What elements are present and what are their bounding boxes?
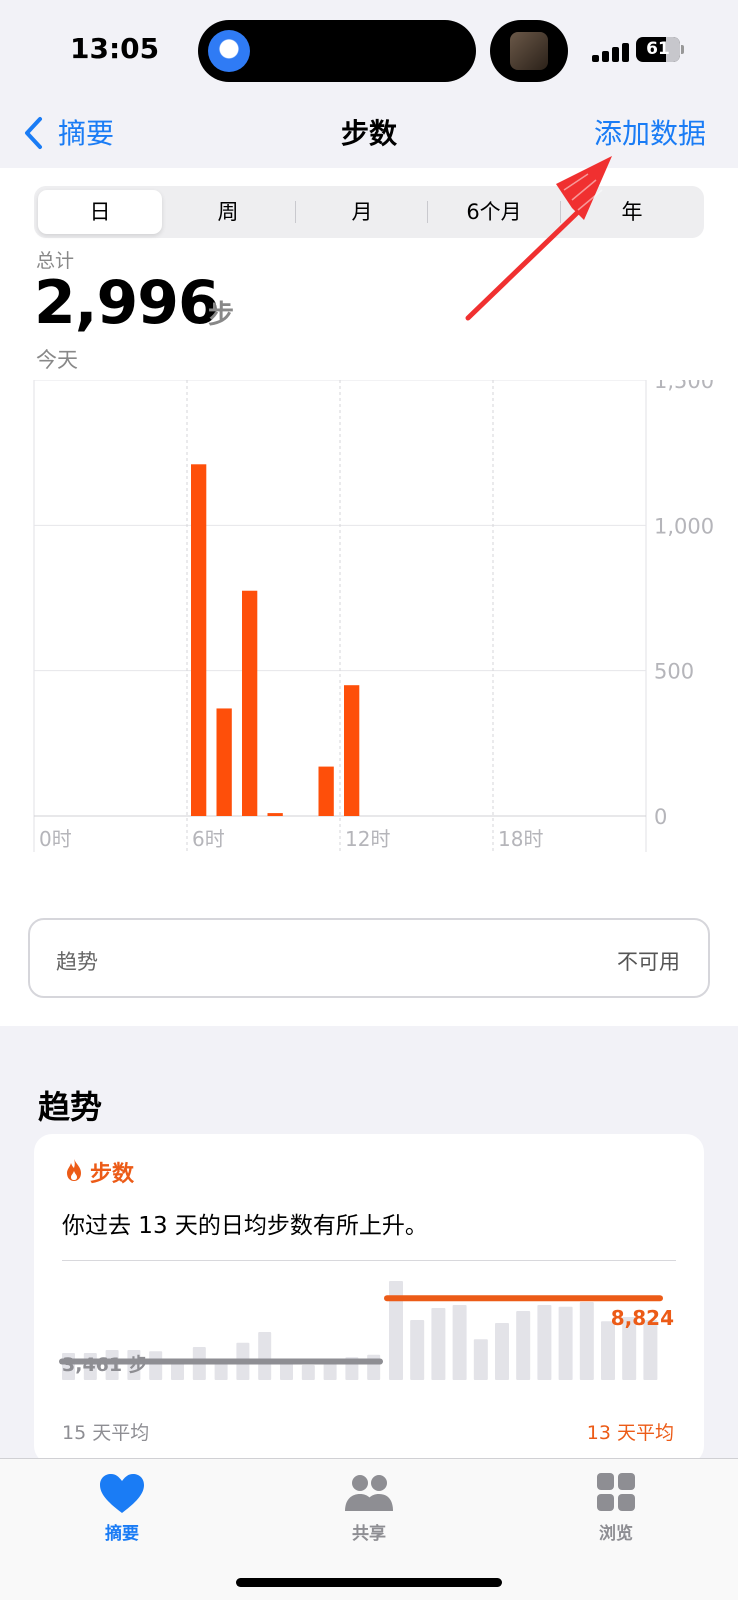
date-label: 今天 (36, 348, 78, 372)
y-tick-label: 1,500 (654, 380, 714, 393)
segment-divider (295, 201, 296, 223)
recent-average-value: 8,824 (610, 1306, 674, 1330)
tab-browse[interactable]: 浏览 (546, 1471, 686, 1544)
trend-card-label: 趋势 (56, 950, 98, 974)
dynamic-island[interactable] (198, 20, 476, 82)
total-steps-unit: 步 (208, 300, 235, 330)
previous-average-label: 15 天平均 (62, 1422, 150, 1444)
cellular-signal-icon (592, 40, 632, 62)
previous-day-bar (149, 1351, 163, 1380)
add-data-button[interactable]: 添加数据 (594, 112, 706, 152)
recent-day-bar (537, 1305, 552, 1380)
tab-summary[interactable]: 摘要 (52, 1471, 192, 1544)
previous-day-bar (323, 1362, 337, 1380)
navigation-bar: 摘要 步数 添加数据 (0, 100, 738, 168)
previous-day-bar (258, 1332, 272, 1380)
tab-sharing-label: 共享 (352, 1524, 386, 1544)
step-bar (267, 813, 283, 816)
x-tick-label: 0时 (39, 827, 72, 851)
steps-detail-panel: 日 周 月 6个月 年 总计 2,996 步 今天 1,500 1,000 500 0… (0, 168, 738, 1026)
recent-day-bar (473, 1339, 488, 1380)
step-bar (216, 708, 232, 816)
hourly-steps-chart[interactable]: 1,500 1,000 500 0 0时 6时 12时 18时 (0, 380, 738, 860)
total-steps-value: 2,996 (34, 268, 220, 338)
y-tick-label: 0 (654, 805, 667, 829)
segment-divider (560, 201, 561, 223)
y-tick-label: 1,000 (654, 514, 714, 538)
battery-level: 61 (646, 39, 670, 59)
tab-browse-label: 浏览 (599, 1524, 633, 1544)
segment-year[interactable]: 年 (565, 190, 699, 234)
segment-divider (427, 201, 428, 223)
trends-section-title: 趋势 (38, 1088, 103, 1126)
segment-month[interactable]: 月 (300, 190, 424, 234)
island-app-icon[interactable] (208, 30, 250, 72)
grid-icon (597, 1473, 635, 1511)
previous-average-value: 3,461 步 (62, 1354, 148, 1376)
tab-sharing[interactable]: 共享 (299, 1471, 439, 1544)
trend-card-value: 不可用 (617, 950, 680, 974)
media-thumbnail-icon (510, 32, 548, 70)
x-tick-label: 6时 (192, 827, 225, 851)
trend-description: 你过去 13 天的日均步数有所上升。 (62, 1213, 428, 1239)
heart-icon (100, 1474, 144, 1513)
recent-day-bar (516, 1311, 531, 1380)
recent-day-bar (452, 1305, 467, 1380)
people-icon (345, 1475, 393, 1511)
time-range-segmented-control: 日 周 月 6个月 年 (34, 186, 704, 238)
flame-icon (67, 1159, 81, 1181)
trend-card[interactable]: 趋势 不可用 (28, 918, 710, 998)
recent-day-bar (431, 1308, 446, 1380)
divider (62, 1260, 676, 1261)
recent-average-label: 13 天平均 (586, 1422, 674, 1444)
segment-week[interactable]: 周 (166, 190, 290, 234)
segment-day[interactable]: 日 (38, 190, 162, 234)
step-bar (344, 685, 360, 816)
step-bar (242, 590, 258, 816)
live-activity-bubble[interactable] (490, 20, 568, 82)
status-bar: 13:05 61 (0, 0, 738, 100)
tab-summary-label: 摘要 (105, 1524, 139, 1544)
step-bar (318, 766, 334, 816)
recent-day-bar (495, 1323, 509, 1380)
step-bar (191, 464, 207, 816)
battery-icon: 61 (636, 37, 684, 62)
status-time: 13:05 (70, 32, 160, 65)
previous-day-bar (301, 1365, 315, 1380)
x-tick-label: 18时 (498, 827, 543, 851)
steps-trend-panel[interactable]: 步数 你过去 13 天的日均步数有所上升。 3,461 步 8,824 15 天… (34, 1134, 704, 1464)
recent-day-bar (410, 1320, 425, 1380)
previous-day-bar (214, 1362, 228, 1380)
recent-day-bar (601, 1321, 615, 1380)
segment-6-months[interactable]: 6个月 (432, 190, 556, 234)
trend-metric-label: 步数 (90, 1162, 135, 1187)
previous-day-bar (280, 1363, 293, 1380)
recent-day-bar (558, 1306, 573, 1380)
recent-day-bar (579, 1302, 594, 1380)
x-tick-label: 12时 (345, 827, 390, 851)
y-tick-label: 500 (654, 660, 694, 684)
home-indicator (236, 1578, 502, 1587)
